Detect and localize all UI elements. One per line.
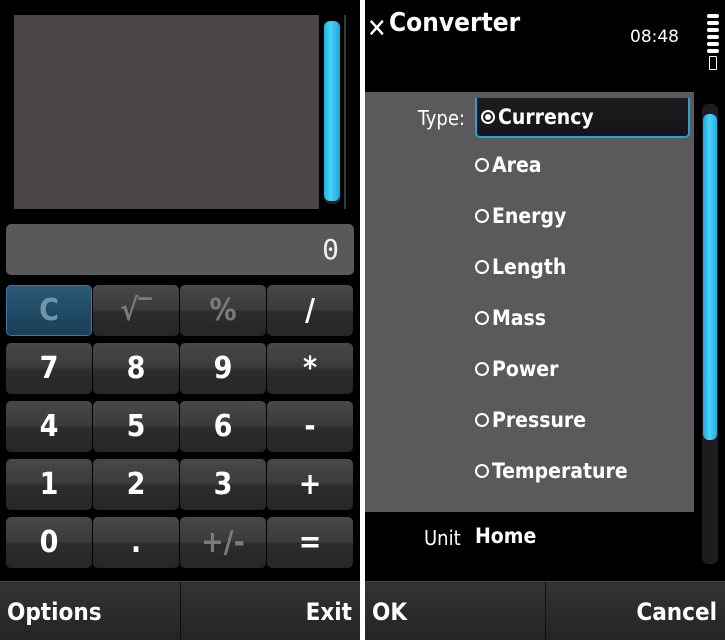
option-length[interactable]: Length	[475, 247, 566, 287]
key-5[interactable]: 5	[93, 401, 179, 452]
softkey-divider	[180, 582, 181, 640]
key-1[interactable]: 1	[6, 459, 92, 510]
display-value: 0	[322, 233, 340, 266]
key-add[interactable]: +	[267, 459, 353, 510]
key-8[interactable]: 8	[93, 343, 179, 394]
key-0[interactable]: 0	[6, 517, 92, 568]
options-softkey[interactable]: Options	[7, 582, 102, 640]
tape-scrollbar-track	[344, 15, 346, 209]
option-pressure[interactable]: Pressure	[475, 400, 586, 440]
key-clear[interactable]: C	[6, 285, 92, 336]
radio-icon	[475, 464, 489, 478]
option-power[interactable]: Power	[475, 349, 558, 389]
exit-softkey[interactable]: Exit	[306, 582, 352, 640]
key-divide[interactable]: /	[267, 285, 353, 336]
type-label: Type:	[417, 106, 465, 130]
tape-scrollbar-thumb[interactable]	[324, 21, 340, 201]
option-label: Mass	[492, 306, 547, 330]
option-currency[interactable]: Currency	[475, 98, 690, 138]
key-sqrt[interactable]: √‾	[93, 285, 179, 336]
option-label: Currency	[498, 105, 594, 129]
unit-value[interactable]: Home	[475, 524, 536, 548]
key-percent[interactable]: %	[180, 285, 266, 336]
calculation-tape	[14, 15, 319, 209]
calculator-display: 0	[6, 224, 354, 275]
key-subtract[interactable]: -	[267, 401, 353, 452]
softkey-divider	[545, 582, 546, 640]
option-label: Length	[492, 255, 567, 279]
option-energy[interactable]: Energy	[475, 196, 566, 236]
radio-icon	[475, 362, 489, 376]
key-6[interactable]: 6	[180, 401, 266, 452]
ok-softkey[interactable]: OK	[372, 582, 407, 640]
key-7[interactable]: 7	[6, 343, 92, 394]
key-decimal[interactable]: .	[93, 517, 179, 568]
calculator-softkey-bar: Options Exit	[0, 581, 360, 640]
battery-icon	[709, 56, 717, 70]
signal-strength-icon	[707, 14, 721, 56]
key-4[interactable]: 4	[6, 401, 92, 452]
key-3[interactable]: 3	[180, 459, 266, 510]
unit-label: Unit	[424, 526, 461, 550]
converter-softkey-bar: OK Cancel	[365, 581, 725, 640]
key-2[interactable]: 2	[93, 459, 179, 510]
radio-icon	[475, 158, 489, 172]
option-mass[interactable]: Mass	[475, 298, 546, 338]
status-clock: 08:48	[630, 27, 679, 47]
key-negate[interactable]: +/-	[180, 517, 266, 568]
radio-icon	[475, 209, 489, 223]
option-area[interactable]: Area	[475, 145, 542, 185]
radio-icon	[475, 311, 489, 325]
type-selection-list: Type: Currency Area Energy Length Mass P…	[365, 92, 694, 512]
key-9[interactable]: 9	[180, 343, 266, 394]
converter-screen: ✕ Converter 08:48 Type: Currency Area En…	[365, 0, 725, 640]
radio-icon	[475, 413, 489, 427]
calculator-screen: 0 C √‾ % / 7 8 9 * 4 5 6 - 1 2 3 + 0 . +…	[0, 0, 360, 640]
option-label: Temperature	[492, 459, 628, 483]
page-title: Converter	[389, 8, 521, 38]
option-label: Energy	[492, 204, 567, 228]
option-label: Area	[492, 153, 542, 177]
option-temperature[interactable]: Temperature	[475, 451, 628, 491]
option-label: Power	[492, 357, 559, 381]
option-label: Pressure	[492, 408, 587, 432]
radio-selected-icon	[481, 110, 495, 124]
key-equals[interactable]: =	[267, 517, 353, 568]
list-scrollbar-thumb[interactable]	[703, 114, 717, 440]
radio-icon	[475, 260, 489, 274]
close-x-icon[interactable]: ✕	[367, 14, 387, 44]
cancel-softkey[interactable]: Cancel	[636, 582, 717, 640]
key-multiply[interactable]: *	[267, 343, 353, 394]
